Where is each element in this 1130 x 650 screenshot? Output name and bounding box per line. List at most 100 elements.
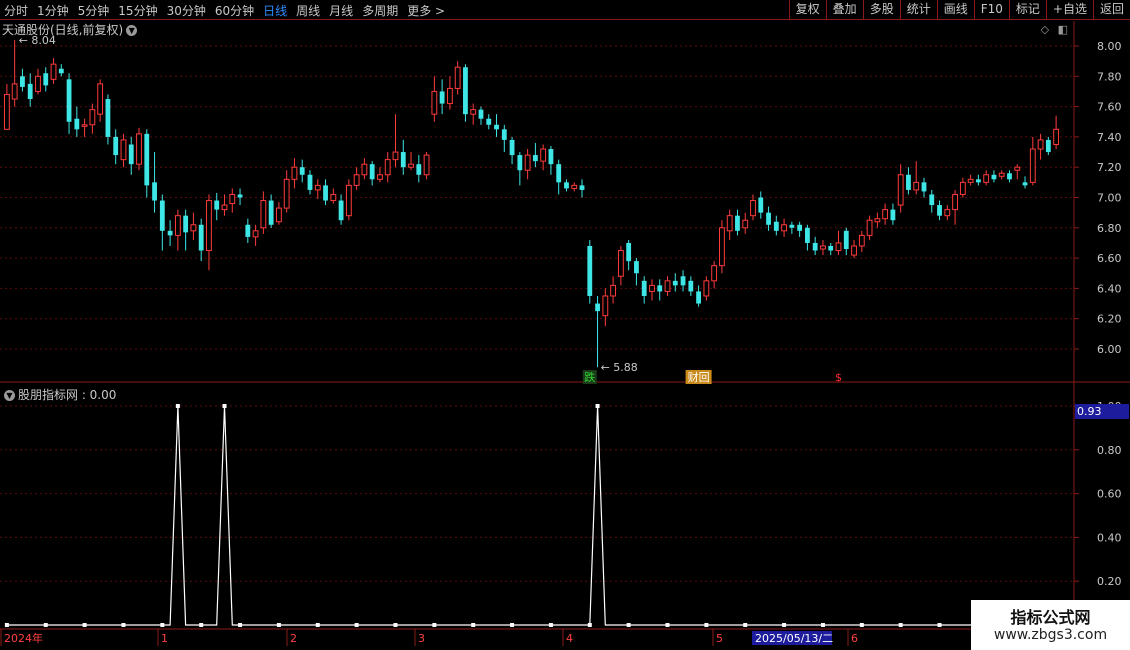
candle-body-down [672,280,678,286]
candle-body-down [657,285,663,292]
candle-body-up [866,219,873,236]
candle-body-up [384,159,391,176]
candle-body-up [136,133,142,165]
candle-body-up [229,193,236,205]
indicator-tick-label: 0.40 [1097,531,1122,544]
candle-body-up [3,93,10,130]
candle-body-up [314,184,321,191]
candle-body-up [283,178,290,209]
candle-body-down [299,167,305,175]
candle-body-down [890,209,896,221]
candle-body-up [1029,148,1036,183]
candle-body-down [929,194,935,206]
indicator-point [665,623,670,627]
indicator-point [626,623,631,627]
kline-chart[interactable]: 8.00 7.80 7.60 7.40 7.20 7.00 6.80 6.60 6.40 6.20… [0,0,1130,650]
candle-body-down [564,182,569,189]
watermark-title: 指标公式网 [1010,608,1091,627]
indicator-current-value: 0.93 [1077,405,1102,418]
candle-body-down [66,79,72,122]
price-tick-label: 7.60 [1097,101,1122,114]
price-tick-label: 6.40 [1097,282,1122,295]
candle-body-down [439,91,445,104]
candle-body-down [812,242,818,251]
candle-body-down [595,303,600,312]
candle-body-up [120,139,127,161]
indicator-point [175,404,180,408]
candle-body-up [1014,166,1021,171]
indicator-point [432,623,437,627]
candle-body-up [291,166,298,180]
candle-body-up [983,174,990,183]
indicator-point [4,623,9,627]
price-tick-label: 6.00 [1097,343,1122,356]
candle-body-down [587,245,593,296]
date-axis-label: 2 [290,632,297,645]
candle-body-down [237,194,243,198]
candle-body-down [773,221,779,231]
event-marker-label: 跌 [584,370,595,384]
candle-body-down [152,182,157,201]
date-axis-label: 3 [418,632,425,645]
candle-body-up [431,90,438,115]
candle-body-up [50,63,57,80]
candle-body-down [338,200,344,221]
candle-body-down [688,280,694,292]
price-tick-label: 8.00 [1097,40,1122,53]
candle-body-down [937,205,942,216]
candle-body-down [766,212,771,225]
candle-body-down [307,174,313,190]
candle-body-up [882,209,889,220]
candle-body-up [11,83,18,100]
candle-body-up [524,154,531,171]
candle-body-down [183,215,189,233]
candle-body-up [190,224,197,232]
candle-body-up [967,178,974,183]
price-tick-label: 6.20 [1097,313,1122,326]
indicator-point [595,404,600,408]
candle-body-up [874,218,881,223]
indicator-point [548,623,553,627]
candle-body-up [423,154,430,176]
candle-body-up [275,207,282,223]
candle-body-down [198,224,204,251]
candle-body-up [649,284,655,292]
candle-body-down [43,73,49,86]
candle-body-up [377,174,383,180]
indicator-point [937,623,942,627]
candle-body-down [758,197,764,213]
indicator-point [587,623,592,627]
cursor-date-label: 2025/05/13/二 [755,632,833,645]
price-tick-label: 6.80 [1097,222,1122,235]
candle-body-down [400,152,406,168]
candle-body-down [680,276,686,286]
candle-body-up [446,87,453,105]
candle-body-up [470,109,477,115]
indicator-point [199,623,204,627]
date-axis-label: 5 [716,632,723,645]
watermark-url: www.zbgs3.com [993,627,1108,643]
candle-body-up [944,209,951,217]
candle-body-down [843,230,849,250]
candle-body-up [820,245,826,250]
candle-body-down [1022,182,1028,186]
candle-body-up [719,227,725,267]
candle-body-down [369,164,375,180]
date-axis-label: 6 [851,632,858,645]
candle-body-up [252,230,259,238]
candle-body-down [20,76,25,87]
candle-body-down [532,155,538,162]
candle-body-up [602,295,609,317]
candle-body-down [1007,173,1012,180]
candle-body-up [330,193,337,202]
candle-body-down [991,174,997,180]
indicator-point [315,623,320,627]
indicator-line [6,405,1095,626]
candle-body-up [392,151,399,161]
candle-body-down [167,230,173,236]
candle-body-down [245,224,251,237]
candle-body-down [416,164,422,175]
candle-body-down [797,224,803,231]
price-tick-label: 7.20 [1097,161,1122,174]
candle-body-up [174,215,181,236]
